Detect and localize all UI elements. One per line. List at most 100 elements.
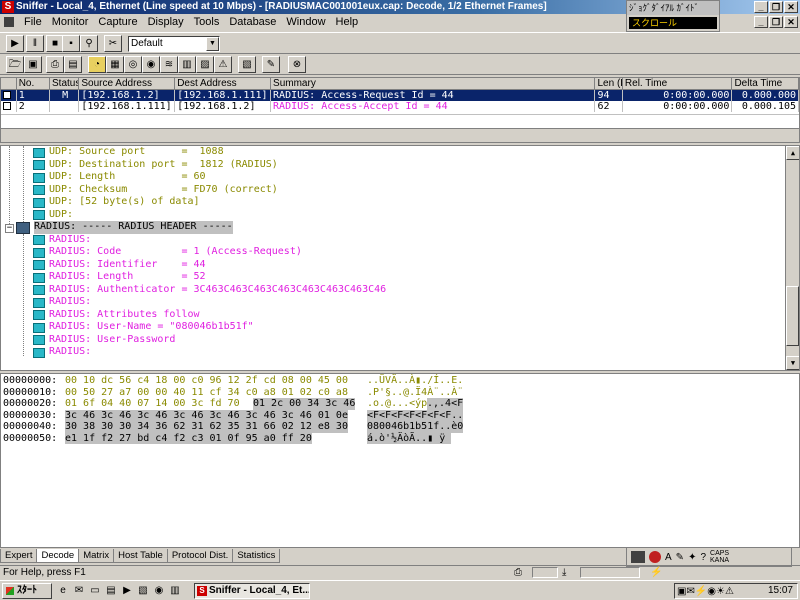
menu-window[interactable]: Window [286, 16, 325, 28]
radius-header-line[interactable]: RADIUS: ----- RADIUS HEADER ----- [34, 221, 233, 234]
app-icon[interactable]: ▥ [168, 584, 182, 598]
taskbar-sniffer-button[interactable]: S Sniffer - Local_4, Et... [194, 583, 310, 599]
minimize-icon[interactable]: _ [754, 1, 768, 13]
outlook-icon[interactable]: ✉ [72, 584, 86, 598]
address-book-icon[interactable]: ▧ [238, 56, 256, 73]
menu-doc-icon[interactable] [4, 17, 14, 27]
packet-list-hscroll[interactable] [1, 128, 799, 142]
hex-bytes-selected[interactable]: 01 2c 00 34 3c 46 [253, 398, 356, 410]
decode-line[interactable]: RADIUS: Length = 52 [49, 271, 206, 284]
column-no[interactable]: No. [16, 78, 50, 90]
scroll-thumb[interactable] [786, 286, 799, 346]
decode-line[interactable]: UDP: [49, 209, 73, 222]
decode-line[interactable]: RADIUS: Attributes follow [49, 309, 200, 322]
scroll-up-icon[interactable]: ▲ [786, 146, 799, 160]
print-icon[interactable]: ⎙ [46, 56, 64, 73]
close-icon[interactable]: ✕ [784, 1, 798, 13]
hex-bytes-selected[interactable]: e1 1f f2 27 bd c4 f2 c3 01 0f 95 a0 ff 2… [65, 432, 312, 444]
decode-line[interactable]: UDP: Source port = 1088 [49, 146, 224, 159]
start-capture-icon[interactable]: ▶ [6, 35, 24, 52]
hex-bytes[interactable]: 00 50 27 a7 00 00 40 11 cf 34 c0 a8 01 0… [65, 387, 348, 399]
hex-bytes[interactable]: 01 6f 04 40 07 14 00 3c fd 70 [65, 398, 246, 410]
packet-row-2[interactable]: 2 [192.168.1.111] [192.168.1.2] RADIUS: … [1, 101, 799, 112]
settings-icon[interactable]: ✎ [262, 56, 280, 73]
menu-display[interactable]: Display [148, 16, 184, 28]
hex-ascii[interactable]: .o.@...<ýp [367, 398, 427, 410]
hex-row[interactable]: 00000020: [3, 398, 57, 410]
ime-input-icon[interactable] [649, 551, 661, 563]
global-statistics-icon[interactable]: ▨ [196, 56, 214, 73]
minimize-icon[interactable]: _ [754, 16, 768, 28]
protocol-distribution-icon[interactable]: ▥ [178, 56, 196, 73]
start-button[interactable]: ｽﾀｰﾄ [2, 583, 52, 599]
stop-and-display-icon[interactable]: ▪ [62, 35, 80, 52]
decode-vscroll[interactable]: ▲ ▼ [785, 146, 799, 370]
tab-decode[interactable]: Decode [36, 549, 80, 563]
print-preview-icon[interactable]: ▤ [64, 56, 82, 73]
dashboard-icon[interactable]: ◔ [88, 56, 106, 73]
tab-host-table[interactable]: Host Table [113, 549, 168, 563]
display-binoculars-icon[interactable]: ⚲ [80, 35, 98, 52]
hex-ascii-selected[interactable]: .,.4<F [427, 398, 464, 410]
column-dest-address[interactable]: Dest Address [175, 78, 272, 90]
column-source-address[interactable]: Source Address [79, 78, 176, 90]
collapse-icon[interactable]: − [5, 224, 14, 233]
column-rel-time[interactable]: Rel. Time [622, 78, 733, 90]
hex-row[interactable]: 00000040: [3, 421, 57, 433]
packet-checkbox[interactable] [1, 101, 17, 112]
decode-line[interactable]: RADIUS: [49, 296, 91, 309]
decode-line[interactable]: RADIUS: Code = 1 (Access-Request) [49, 246, 302, 259]
column-summary[interactable]: Summary [271, 78, 596, 90]
open-folder-icon[interactable]: 🗁 [6, 56, 24, 73]
decode-line[interactable]: UDP: Destination port = 1812 (RADIUS) [49, 159, 278, 172]
hex-row[interactable]: 00000000: [3, 375, 57, 387]
desktop-icon[interactable]: ▭ [88, 584, 102, 598]
hex-ascii[interactable]: ..ÜVÄ..À▮./Í..E. [367, 375, 463, 387]
hex-row[interactable]: 00000010: [3, 387, 57, 399]
media-icon[interactable]: ▶ [120, 584, 134, 598]
menu-file[interactable]: File [24, 16, 42, 28]
column-status[interactable]: Status [50, 78, 80, 90]
tray-icons[interactable]: ▣✉⚡◉☀⚠ [677, 585, 734, 599]
filter-profile-select[interactable]: Default ▼ [128, 36, 220, 52]
tab-matrix[interactable]: Matrix [78, 549, 115, 563]
hex-row[interactable]: 00000030: [3, 410, 57, 422]
column-length[interactable]: Len (B [595, 78, 623, 90]
ime-tools-icon[interactable]: ✎ [676, 552, 684, 563]
hex-ascii-selected[interactable]: 080046b1b51f..è0 [367, 421, 464, 433]
ime-mode-icon[interactable] [631, 551, 645, 563]
packet-row-1[interactable]: 1 M [192.168.1.2] [192.168.1.111] RADIUS… [1, 90, 799, 101]
hex-bytes-selected[interactable]: 3c 46 3c 46 3c 46 3c 46 3c 46 3c 46 3c 4… [65, 409, 348, 421]
close-icon[interactable]: ✕ [784, 16, 798, 28]
tab-expert[interactable]: Expert [0, 549, 38, 563]
menu-monitor[interactable]: Monitor [52, 16, 89, 28]
packet-checkbox[interactable] [1, 90, 17, 101]
ime-help-icon[interactable]: ? [700, 552, 706, 563]
menu-database[interactable]: Database [229, 16, 276, 28]
decode-line[interactable]: RADIUS: [49, 234, 91, 247]
hex-ascii[interactable]: .P'§..@.Ï4À¨..À¨ [367, 387, 463, 399]
menu-help[interactable]: Help [336, 16, 359, 28]
explorer-icon[interactable]: ▤ [104, 584, 118, 598]
ime-kana-icon[interactable]: A [665, 552, 672, 563]
hex-row[interactable]: 00000050: [3, 433, 57, 445]
column-checkbox[interactable] [1, 78, 17, 90]
hex-bytes-selected[interactable]: 30 38 30 30 34 36 62 31 62 35 31 66 02 1… [65, 421, 348, 433]
host-table-icon[interactable]: ▦ [106, 56, 124, 73]
chevron-down-icon[interactable]: ▼ [206, 37, 219, 51]
restore-icon[interactable]: ❐ [769, 16, 783, 28]
application-response-icon[interactable]: ◉ [142, 56, 160, 73]
decode-line[interactable]: RADIUS: [49, 346, 91, 359]
ie-icon[interactable]: e [56, 584, 70, 598]
hex-bytes[interactable]: 00 10 dc 56 c4 18 00 c0 96 12 2f cd 08 0… [65, 375, 348, 387]
decode-line[interactable]: RADIUS: Authenticator = 3C463C463C463C46… [49, 284, 386, 297]
decode-line[interactable]: UDP: Length = 60 [49, 171, 206, 184]
decode-line[interactable]: UDP: [52 byte(s) of data] [49, 196, 200, 209]
hex-ascii-selected[interactable]: á.ò'½ÄòÃ..▮ ÿ [367, 432, 452, 444]
decode-line[interactable]: RADIUS: User-Password [49, 334, 175, 347]
ime-dictionary-icon[interactable]: ✦ [688, 552, 696, 563]
decode-line[interactable]: UDP: Checksum = FD70 (correct) [49, 184, 278, 197]
column-delta-time[interactable]: Delta Time [732, 78, 799, 90]
tab-statistics[interactable]: Statistics [232, 549, 281, 563]
abort-icon[interactable]: ⊗ [288, 56, 306, 73]
